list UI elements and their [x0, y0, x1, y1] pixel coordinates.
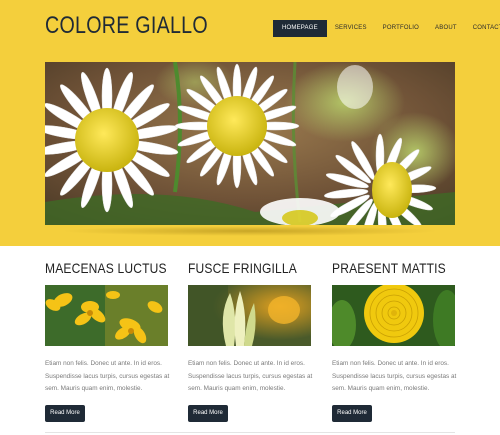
nav-about[interactable]: ABOUT [427, 20, 465, 37]
column-title: FUSCE FRINGILLA [188, 260, 297, 276]
yellow-flowers-photo [45, 285, 168, 346]
nav-homepage[interactable]: HOMEPAGE [273, 20, 327, 37]
column-title: MAECENAS LUCTUS [45, 260, 167, 276]
read-more-button[interactable]: Read More [188, 405, 228, 422]
hero-shadow [60, 226, 440, 236]
feature-column-1: MAECENAS LUCTUS Etiam non felis. Donec u… [45, 258, 169, 422]
feature-column-2: FUSCE FRINGILLA Etiam non felis. Donec u… [188, 258, 312, 422]
nav-services[interactable]: SERVICES [327, 20, 375, 37]
tulip-buds-photo [188, 285, 311, 346]
footer-divider [45, 432, 455, 433]
white-daisies-photo [45, 62, 455, 225]
site-logo[interactable]: COLORE GIALLO [45, 12, 208, 40]
nav-contact[interactable]: CONTACT [465, 20, 500, 37]
hero-image [45, 62, 455, 225]
column-text: Etiam non felis. Donec ut ante. In id er… [188, 360, 313, 393]
column-text: Etiam non felis. Donec ut ante. In id er… [45, 360, 170, 393]
marigold-photo [332, 285, 455, 346]
nav-portfolio[interactable]: PORTFOLIO [375, 20, 427, 37]
header-banner: COLORE GIALLO HOMEPAGE SERVICES PORTFOLI… [0, 0, 500, 246]
column-title: PRAESENT MATTIS [332, 260, 446, 276]
column-text: Etiam non felis. Donec ut ante. In id er… [332, 360, 457, 393]
main-nav: HOMEPAGE SERVICES PORTFOLIO ABOUT CONTAC… [273, 20, 500, 37]
read-more-button[interactable]: Read More [332, 405, 372, 422]
feature-column-3: PRAESENT MATTIS Etiam non felis. Donec u… [332, 258, 456, 422]
read-more-button[interactable]: Read More [45, 405, 85, 422]
